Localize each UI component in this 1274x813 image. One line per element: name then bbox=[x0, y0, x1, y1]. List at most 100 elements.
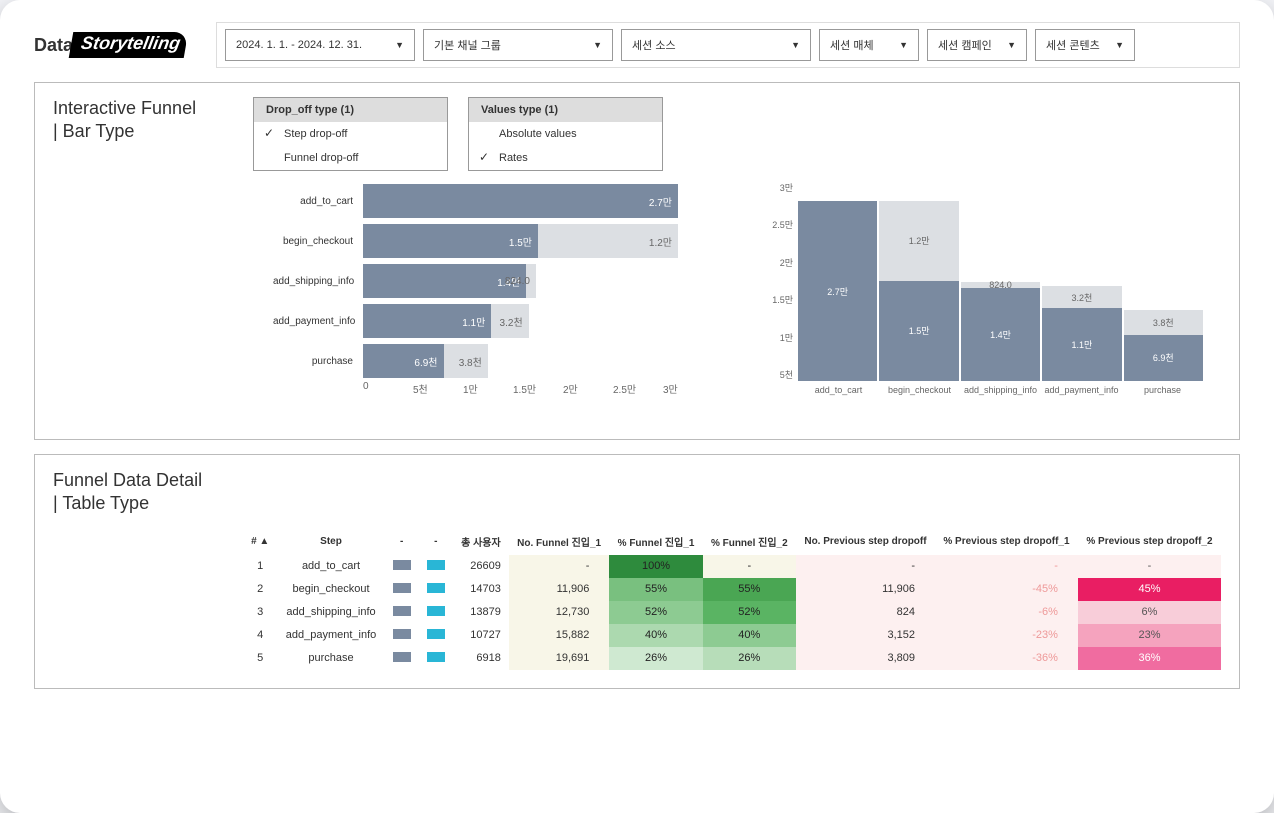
vbar-col: 824.01.4만 bbox=[961, 282, 1040, 381]
cell-np: - bbox=[796, 555, 935, 578]
dropoff-type-selector: Drop_off type (1) Step drop-off Funnel d… bbox=[253, 97, 448, 171]
vaxis-label: begin_checkout bbox=[879, 385, 960, 395]
cell-num: 4 bbox=[243, 624, 277, 647]
cell-pp1: -36% bbox=[935, 647, 1078, 670]
cell-nf1: 15,882 bbox=[509, 624, 610, 647]
minibar-cyan-icon bbox=[427, 606, 445, 616]
cell-pp1: - bbox=[935, 555, 1078, 578]
cell-pf2: 40% bbox=[703, 624, 796, 647]
title-line-2: | Table Type bbox=[53, 492, 233, 515]
cell-minibar1 bbox=[385, 601, 419, 624]
filter-channel[interactable]: 기본 채널 그룹▼ bbox=[423, 29, 613, 61]
table-row: 2begin_checkout1470311,90655%55%11,906-4… bbox=[243, 578, 1221, 601]
cell-pp2: 36% bbox=[1078, 647, 1221, 670]
filter-source-label: 세션 소스 bbox=[632, 37, 676, 53]
vaxis-label: purchase bbox=[1122, 385, 1203, 395]
filter-medium-label: 세션 매체 bbox=[830, 37, 874, 53]
minibar-cyan-icon bbox=[427, 560, 445, 570]
cell-nf1: - bbox=[509, 555, 610, 578]
hbar-label: begin_checkout bbox=[273, 236, 363, 247]
cell-pp2: - bbox=[1078, 555, 1221, 578]
dropoff-funnel-option[interactable]: Funnel drop-off bbox=[254, 146, 447, 170]
funnel-bar-title: Interactive Funnel | Bar Type bbox=[53, 97, 233, 144]
minibar-cyan-icon bbox=[427, 652, 445, 662]
vbar-col: 3.8천6.9천 bbox=[1124, 310, 1203, 381]
cell-num: 1 bbox=[243, 555, 277, 578]
table-row: 3add_shipping_info1387912,73052%52%824-6… bbox=[243, 601, 1221, 624]
vaxis-label: add_payment_info bbox=[1041, 385, 1122, 395]
col-num[interactable]: # ▲ bbox=[243, 528, 277, 555]
cell-pf1: 55% bbox=[609, 578, 702, 601]
col-np[interactable]: No. Previous step dropoff bbox=[796, 528, 935, 555]
funnel-data-table: # ▲ Step - - 총 사용자 No. Funnel 진입_1 % Fun… bbox=[243, 528, 1221, 670]
vbar-drop: 3.2천 bbox=[1042, 286, 1121, 307]
v-axis-y: 3만2.5만2만1.5만1만5천 bbox=[763, 181, 793, 381]
col-users[interactable]: 총 사용자 bbox=[453, 528, 509, 555]
title-line-1: Interactive Funnel bbox=[53, 97, 233, 120]
horizontal-funnel-chart: add_to_cart2.7만begin_checkout1.5만1.2만add… bbox=[273, 181, 713, 421]
cell-num: 5 bbox=[243, 647, 277, 670]
filter-source[interactable]: 세션 소스 ▼ bbox=[621, 29, 811, 61]
cell-minibar2 bbox=[419, 624, 453, 647]
cell-users: 13879 bbox=[453, 601, 509, 624]
funnel-table-card: Funnel Data Detail | Table Type # ▲ Step… bbox=[34, 454, 1240, 689]
cell-users: 14703 bbox=[453, 578, 509, 601]
col-nf1[interactable]: No. Funnel 진입_1 bbox=[509, 528, 610, 555]
col-pp1[interactable]: % Previous step dropoff_1 bbox=[935, 528, 1078, 555]
vbar-main: 1.5만 bbox=[879, 281, 958, 381]
col-pp2[interactable]: % Previous step dropoff_2 bbox=[1078, 528, 1221, 555]
values-abs-option[interactable]: Absolute values bbox=[469, 122, 662, 146]
cell-minibar2 bbox=[419, 555, 453, 578]
cell-users: 10727 bbox=[453, 624, 509, 647]
filter-campaign[interactable]: 세션 캠페인▼ bbox=[927, 29, 1027, 61]
hbar-main: 1.4만 bbox=[363, 264, 526, 298]
table-row: 1add_to_cart26609-100%---- bbox=[243, 555, 1221, 578]
filter-daterange-label: 2024. 1. 1. - 2024. 12. 31. bbox=[236, 39, 362, 51]
caret-down-icon: ▼ bbox=[395, 40, 404, 50]
col-bar2[interactable]: - bbox=[419, 528, 453, 555]
cell-np: 11,906 bbox=[796, 578, 935, 601]
filter-daterange[interactable]: 2024. 1. 1. - 2024. 12. 31. ▼ bbox=[225, 29, 415, 61]
cell-np: 3,152 bbox=[796, 624, 935, 647]
filter-medium[interactable]: 세션 매체▼ bbox=[819, 29, 919, 61]
cell-pp2: 45% bbox=[1078, 578, 1221, 601]
hbar-row: add_shipping_info1.4만824.0 bbox=[273, 261, 713, 301]
caret-down-icon: ▼ bbox=[1115, 40, 1124, 50]
cell-pf1: 52% bbox=[609, 601, 702, 624]
cell-pp2: 23% bbox=[1078, 624, 1221, 647]
hbar-row: begin_checkout1.5만1.2만 bbox=[273, 221, 713, 261]
logo: Data Storytelling bbox=[34, 32, 186, 58]
filter-bar: 2024. 1. 1. - 2024. 12. 31. ▼ 기본 채널 그룹▼ 세… bbox=[216, 22, 1240, 68]
hbar-row: add_payment_info1.1만3.2천 bbox=[273, 301, 713, 341]
caret-down-icon: ▼ bbox=[791, 40, 800, 50]
filter-content[interactable]: 세션 콘텐츠▼ bbox=[1035, 29, 1135, 61]
col-pf2[interactable]: % Funnel 진입_2 bbox=[703, 528, 796, 555]
cell-minibar1 bbox=[385, 555, 419, 578]
minibar-cyan-icon bbox=[427, 629, 445, 639]
vbar-col: 3.2천1.1만 bbox=[1042, 286, 1121, 381]
cell-users: 26609 bbox=[453, 555, 509, 578]
col-step[interactable]: Step bbox=[277, 528, 384, 555]
col-pf1[interactable]: % Funnel 진입_1 bbox=[609, 528, 702, 555]
vbar-main: 1.4만 bbox=[961, 288, 1040, 381]
vbar-col: 2.7만 bbox=[798, 201, 877, 381]
hbar-main: 2.7만 bbox=[363, 184, 678, 218]
vaxis-label: add_shipping_info bbox=[960, 385, 1041, 395]
hbar-main: 1.1만 bbox=[363, 304, 491, 338]
col-bar1[interactable]: - bbox=[385, 528, 419, 555]
cell-np: 3,809 bbox=[796, 647, 935, 670]
hbar-label: add_to_cart bbox=[273, 196, 363, 207]
cell-step: begin_checkout bbox=[277, 578, 384, 601]
filter-campaign-label: 세션 캠페인 bbox=[938, 37, 992, 53]
hbar-drop: 3.2천 bbox=[491, 304, 528, 338]
cell-num: 3 bbox=[243, 601, 277, 624]
cell-pf2: 55% bbox=[703, 578, 796, 601]
logo-text-2: Storytelling bbox=[69, 32, 189, 58]
hbar-row: add_to_cart2.7만 bbox=[273, 181, 713, 221]
values-rates-option[interactable]: Rates bbox=[469, 146, 662, 170]
hbar-label: add_payment_info bbox=[273, 316, 363, 327]
dropoff-step-option[interactable]: Step drop-off bbox=[254, 122, 447, 146]
vbar-main: 6.9천 bbox=[1124, 335, 1203, 381]
cell-step: add_shipping_info bbox=[277, 601, 384, 624]
cell-step: add_payment_info bbox=[277, 624, 384, 647]
